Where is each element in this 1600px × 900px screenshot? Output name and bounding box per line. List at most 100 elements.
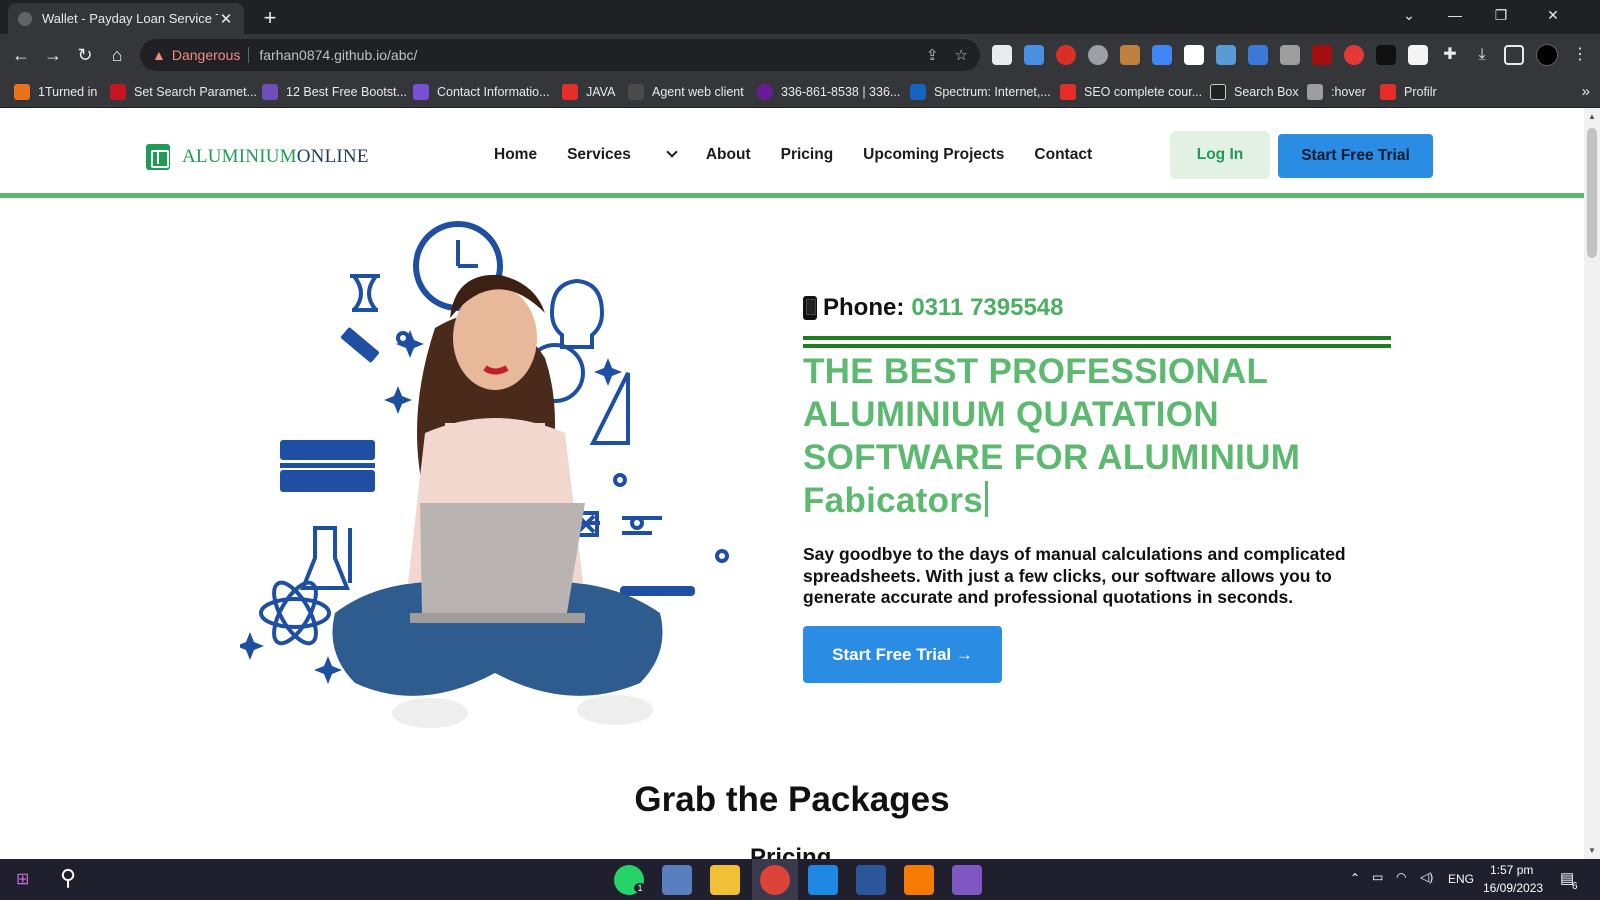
- volume-icon[interactable]: ◁): [1420, 870, 1433, 884]
- share-icon[interactable]: ⇪: [926, 46, 939, 64]
- scroll-up-icon[interactable]: ▲: [1588, 112, 1596, 121]
- atom-icon: [259, 597, 331, 629]
- shield-icon[interactable]: [1216, 45, 1236, 65]
- bookmark-label: 336-861-8538 | 336...: [781, 85, 901, 99]
- more-bookmarks-icon[interactable]: »: [1582, 83, 1590, 100]
- nav-pricing[interactable]: Pricing: [781, 146, 834, 164]
- bookmarks-bar: 1Turned in Set Search Paramet... 12 Best…: [0, 76, 1600, 108]
- bookmark-item[interactable]: 12 Best Free Bootst...: [262, 84, 407, 100]
- tray-chevron-icon[interactable]: ⌃: [1350, 871, 1360, 885]
- bookmark-label: Spectrum: Internet,...: [934, 85, 1051, 99]
- restore-button[interactable]: ❐: [1478, 0, 1524, 32]
- bookmark-item[interactable]: Spectrum: Internet,...: [910, 84, 1051, 100]
- browser-tab[interactable]: Wallet - Payday Loan Service Tem ✕: [8, 3, 244, 34]
- page-scrollbar[interactable]: ▲ ▼: [1584, 108, 1600, 859]
- login-button[interactable]: Log In: [1170, 131, 1270, 179]
- profile-avatar[interactable]: [1536, 44, 1558, 66]
- new-tab-button[interactable]: +: [256, 5, 284, 31]
- menu-icon[interactable]: ⋮: [1570, 45, 1590, 65]
- bookmark-item[interactable]: 336-861-8538 | 336...: [757, 84, 900, 100]
- battery-icon[interactable]: ▭: [1372, 870, 1383, 884]
- nav-upcoming-projects[interactable]: Upcoming Projects: [863, 146, 1004, 164]
- header-start-trial-button[interactable]: Start Free Trial: [1278, 134, 1433, 178]
- visual-studio-icon[interactable]: [952, 865, 982, 895]
- extension-icon[interactable]: [1184, 45, 1204, 65]
- tab-search-icon[interactable]: ⌄: [1386, 0, 1432, 32]
- extension-icon[interactable]: [1376, 45, 1396, 65]
- extension-icon[interactable]: [1248, 45, 1268, 65]
- phone-number-link[interactable]: 0311 7395548: [911, 294, 1063, 322]
- vscode-icon[interactable]: [808, 865, 838, 895]
- language-indicator[interactable]: ENG: [1448, 872, 1474, 886]
- extension-icon[interactable]: [1280, 45, 1300, 65]
- hero-start-trial-button[interactable]: Start Free Trial →: [803, 626, 1002, 683]
- address-bar[interactable]: ▲ Dangerous farhan0874.github.io/abc/ ⇪ …: [140, 39, 980, 71]
- start-icon[interactable]: ⊞: [16, 869, 29, 889]
- download-icon[interactable]: ⤓: [1472, 45, 1492, 65]
- extension-icon[interactable]: [992, 45, 1012, 65]
- xampp-icon[interactable]: [904, 865, 934, 895]
- bookmark-item[interactable]: SEO complete cour...: [1060, 84, 1202, 100]
- pricing-subheading: Pricing: [750, 844, 832, 859]
- url-text[interactable]: farhan0874.github.io/abc/: [259, 47, 910, 63]
- adblock-icon[interactable]: [1056, 45, 1076, 65]
- extension-icon[interactable]: [1120, 45, 1140, 65]
- bookmark-favicon-icon: [413, 84, 429, 100]
- clock-time[interactable]: 1:57 pm: [1490, 863, 1533, 877]
- nav-home[interactable]: Home: [494, 146, 537, 164]
- bookmark-item[interactable]: Search Box: [1210, 84, 1299, 100]
- bookmark-favicon-icon: [910, 84, 926, 100]
- security-label[interactable]: Dangerous: [172, 47, 250, 63]
- chrome-icon[interactable]: [760, 865, 790, 895]
- notification-count: 6: [1572, 881, 1578, 892]
- nav-services[interactable]: Services: [567, 146, 678, 164]
- bookmark-star-icon[interactable]: ☆: [955, 46, 968, 64]
- ublock-icon[interactable]: [1312, 45, 1332, 65]
- word-icon[interactable]: [856, 865, 886, 895]
- hero-description: Say goodbye to the days of manual calcul…: [803, 544, 1346, 607]
- close-window-button[interactable]: ✕: [1530, 0, 1576, 32]
- bookmark-favicon-icon: [262, 84, 278, 100]
- bookmark-item[interactable]: JAVA: [562, 84, 615, 100]
- scroll-down-icon[interactable]: ▼: [1588, 846, 1596, 855]
- extension-icon[interactable]: [1024, 45, 1044, 65]
- warning-icon[interactable]: ▲: [152, 47, 166, 63]
- bookmark-item[interactable]: Contact Informatio...: [413, 84, 550, 100]
- nav-contact[interactable]: Contact: [1034, 146, 1092, 164]
- phone-line: Phone: 0311 7395548: [803, 294, 1064, 322]
- close-tab-icon[interactable]: ✕: [218, 10, 234, 28]
- site-logo[interactable]: ALUMINIUMONLINE: [146, 144, 369, 170]
- bookmark-favicon-icon: [757, 84, 773, 100]
- extension-icon[interactable]: [1088, 45, 1108, 65]
- computer-icon[interactable]: [662, 865, 692, 895]
- minimize-button[interactable]: —: [1432, 0, 1478, 32]
- bookmark-favicon-icon: [628, 84, 644, 100]
- translate-icon[interactable]: [1152, 45, 1172, 65]
- search-icon[interactable]: ⚲: [60, 865, 76, 891]
- bookmark-favicon-icon: [110, 84, 126, 100]
- bookmark-item[interactable]: Agent web client: [628, 84, 744, 100]
- nav-about[interactable]: About: [706, 146, 751, 164]
- wifi-icon[interactable]: ◠: [1396, 870, 1406, 884]
- extension-icon[interactable]: [1408, 45, 1428, 65]
- bookmark-item[interactable]: :hover: [1307, 84, 1366, 100]
- file-explorer-icon[interactable]: [710, 865, 740, 895]
- typing-cursor: [985, 481, 988, 517]
- pencil-icon: [340, 327, 380, 363]
- home-button[interactable]: ⌂: [104, 42, 130, 68]
- password-field-icon: [280, 470, 375, 492]
- bookmark-label: 1Turned in: [38, 85, 98, 99]
- forward-button[interactable]: →: [40, 42, 66, 68]
- extensions-puzzle-icon[interactable]: ✚: [1440, 45, 1460, 65]
- bookmark-item[interactable]: 1Turned in: [14, 84, 97, 100]
- reload-button[interactable]: ↻: [72, 42, 98, 68]
- bookmark-item[interactable]: Set Search Paramet...: [110, 84, 257, 100]
- side-panel-icon[interactable]: [1504, 45, 1524, 65]
- divider: [803, 336, 1391, 340]
- back-button[interactable]: ←: [8, 42, 34, 68]
- scrollbar-thumb[interactable]: [1587, 128, 1597, 258]
- bookmark-item[interactable]: Profilr: [1380, 84, 1437, 100]
- clock-date[interactable]: 16/09/2023: [1483, 881, 1543, 895]
- main-nav: Home Services About Pricing Upcoming Pro…: [494, 146, 1122, 164]
- extension-icon[interactable]: [1344, 45, 1364, 65]
